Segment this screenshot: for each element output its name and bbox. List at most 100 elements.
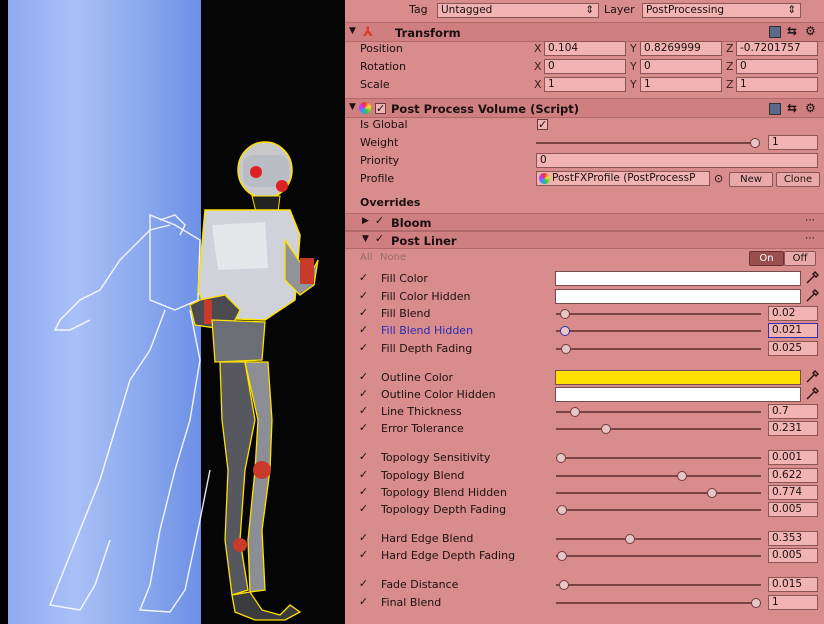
fade-distance-value-field[interactable]: 0.015 — [768, 577, 818, 592]
fill-blend-value-field[interactable]: 0.02 — [768, 306, 818, 321]
post-process-volume-header[interactable]: ▼ ✓ Post Process Volume (Script) ⇆ ⚙ — [345, 98, 824, 118]
eyedropper-icon[interactable] — [804, 369, 820, 385]
help-icon[interactable] — [769, 103, 781, 115]
x-field[interactable]: 0 — [544, 59, 626, 74]
bloom-enabled-checkbox[interactable]: ✓ — [374, 215, 385, 227]
topology-blend-value-field[interactable]: 0.622 — [768, 468, 818, 483]
y-field[interactable]: 0.8269999 — [640, 41, 722, 56]
menu-icon[interactable]: ⋯ — [805, 215, 815, 226]
fade-distance-slider-knob[interactable] — [558, 580, 569, 590]
error-tolerance-override-checkbox[interactable]: ✓ — [358, 422, 369, 434]
topology-blend-slider-track[interactable] — [556, 475, 761, 477]
menu-icon[interactable]: ⋯ — [805, 233, 815, 244]
hard-edge-depth-fading-override-checkbox[interactable]: ✓ — [358, 549, 369, 561]
eyedropper-icon[interactable] — [804, 386, 820, 402]
is-global-checkbox[interactable]: ✓ — [537, 119, 548, 130]
fill-blend-slider-track[interactable] — [556, 313, 761, 315]
gear-icon[interactable]: ⚙ — [805, 24, 816, 38]
foldout-arrow-icon[interactable]: ▼ — [349, 26, 356, 36]
object-picker-icon[interactable]: ⊙ — [714, 172, 723, 185]
y-field[interactable]: 0 — [640, 59, 722, 74]
z-field[interactable]: -0.7201757 — [736, 41, 818, 56]
fill-color-hidden-color-field[interactable] — [555, 289, 801, 304]
x-field[interactable]: 0.104 — [544, 41, 626, 56]
outline-color-color-field[interactable] — [555, 370, 801, 385]
topology-sensitivity-slider-track[interactable] — [556, 457, 761, 459]
final-blend-override-checkbox[interactable]: ✓ — [358, 596, 369, 608]
hard-edge-depth-fading-slider-track[interactable] — [556, 555, 761, 557]
outline-color-hidden-override-checkbox[interactable]: ✓ — [358, 388, 369, 400]
z-field[interactable]: 0 — [736, 59, 818, 74]
topology-blend-hidden-slider-knob[interactable] — [706, 488, 717, 498]
final-blend-slider-knob[interactable] — [751, 598, 761, 608]
hard-edge-blend-value-field[interactable]: 0.353 — [768, 531, 818, 546]
fill-depth-fading-slider-track[interactable] — [556, 348, 761, 350]
foldout-arrow-icon[interactable]: ▼ — [349, 102, 356, 112]
error-tolerance-value-field[interactable]: 0.231 — [768, 421, 818, 436]
fill-blend-hidden-slider-track[interactable] — [556, 330, 761, 332]
preset-icon[interactable]: ⇆ — [787, 24, 797, 38]
eyedropper-icon[interactable] — [804, 288, 820, 304]
outline-color-hidden-color-field[interactable] — [555, 387, 801, 402]
post-liner-effect-header[interactable]: ▼ ✓ Post Liner ⋯ — [345, 231, 824, 249]
fill-depth-fading-value-field[interactable]: 0.025 — [768, 341, 818, 356]
weight-field[interactable]: 1 — [768, 135, 818, 150]
transform-header[interactable]: ▼ ⅄ Transform ⇆ ⚙ — [345, 22, 824, 42]
topology-sensitivity-value-field[interactable]: 0.001 — [768, 450, 818, 465]
z-field[interactable]: 1 — [736, 77, 818, 92]
off-button[interactable]: Off — [784, 251, 816, 266]
hard-edge-blend-override-checkbox[interactable]: ✓ — [358, 532, 369, 544]
post-liner-enabled-checkbox[interactable]: ✓ — [374, 233, 385, 245]
fill-depth-fading-slider-knob[interactable] — [560, 344, 571, 354]
fill-color-color-field[interactable] — [555, 271, 801, 286]
error-tolerance-slider-knob[interactable] — [601, 424, 612, 434]
fill-blend-override-checkbox[interactable]: ✓ — [358, 307, 369, 319]
fill-color-override-checkbox[interactable]: ✓ — [358, 272, 369, 284]
bloom-effect-header[interactable]: ▶ ✓ Bloom ⋯ — [345, 213, 824, 231]
layer-dropdown[interactable]: PostProcessing ⇕ — [642, 3, 801, 18]
y-field[interactable]: 1 — [640, 77, 722, 92]
select-all-link[interactable]: All — [360, 252, 372, 263]
fill-blend-hidden-override-checkbox[interactable]: ✓ — [358, 324, 369, 336]
topology-blend-override-checkbox[interactable]: ✓ — [358, 469, 369, 481]
new-profile-button[interactable]: New — [729, 172, 773, 187]
hard-edge-depth-fading-slider-knob[interactable] — [556, 551, 567, 561]
topology-depth-fading-override-checkbox[interactable]: ✓ — [358, 503, 369, 515]
fill-blend-hidden-value-field[interactable]: 0.021 — [768, 323, 818, 338]
preset-icon[interactable]: ⇆ — [787, 101, 797, 115]
eyedropper-icon[interactable] — [804, 270, 820, 286]
help-icon[interactable] — [769, 26, 781, 38]
line-thickness-override-checkbox[interactable]: ✓ — [358, 405, 369, 417]
foldout-arrow-icon[interactable]: ▼ — [362, 234, 369, 244]
line-thickness-slider-track[interactable] — [556, 411, 761, 413]
fill-blend-slider-knob[interactable] — [559, 309, 570, 319]
scene-viewport[interactable] — [0, 0, 345, 624]
gear-icon[interactable]: ⚙ — [805, 101, 816, 115]
topology-blend-hidden-override-checkbox[interactable]: ✓ — [358, 486, 369, 498]
topology-sensitivity-slider-knob[interactable] — [556, 453, 567, 463]
error-tolerance-slider-track[interactable] — [556, 428, 761, 430]
tag-dropdown[interactable]: Untagged ⇕ — [437, 3, 599, 18]
topology-depth-fading-slider-knob[interactable] — [556, 505, 567, 515]
x-field[interactable]: 1 — [544, 77, 626, 92]
select-none-link[interactable]: None — [380, 252, 406, 263]
outline-color-override-checkbox[interactable]: ✓ — [358, 371, 369, 383]
line-thickness-slider-knob[interactable] — [569, 407, 580, 417]
topology-depth-fading-value-field[interactable]: 0.005 — [768, 502, 818, 517]
hard-edge-depth-fading-value-field[interactable]: 0.005 — [768, 548, 818, 563]
hard-edge-blend-slider-knob[interactable] — [624, 534, 635, 544]
fill-blend-hidden-slider-knob[interactable] — [560, 326, 571, 336]
fill-color-hidden-override-checkbox[interactable]: ✓ — [358, 290, 369, 302]
topology-depth-fading-slider-track[interactable] — [556, 509, 761, 511]
topology-blend-hidden-value-field[interactable]: 0.774 — [768, 485, 818, 500]
final-blend-slider-track[interactable] — [556, 602, 761, 604]
weight-slider-knob[interactable] — [750, 138, 760, 148]
topology-blend-hidden-slider-track[interactable] — [556, 492, 761, 494]
topology-sensitivity-override-checkbox[interactable]: ✓ — [358, 451, 369, 463]
clone-profile-button[interactable]: Clone — [776, 172, 820, 187]
on-button[interactable]: On — [749, 251, 784, 266]
hard-edge-blend-slider-track[interactable] — [556, 538, 761, 540]
component-enabled-checkbox[interactable]: ✓ — [375, 103, 386, 114]
weight-slider-track[interactable] — [536, 142, 760, 144]
fade-distance-override-checkbox[interactable]: ✓ — [358, 578, 369, 590]
